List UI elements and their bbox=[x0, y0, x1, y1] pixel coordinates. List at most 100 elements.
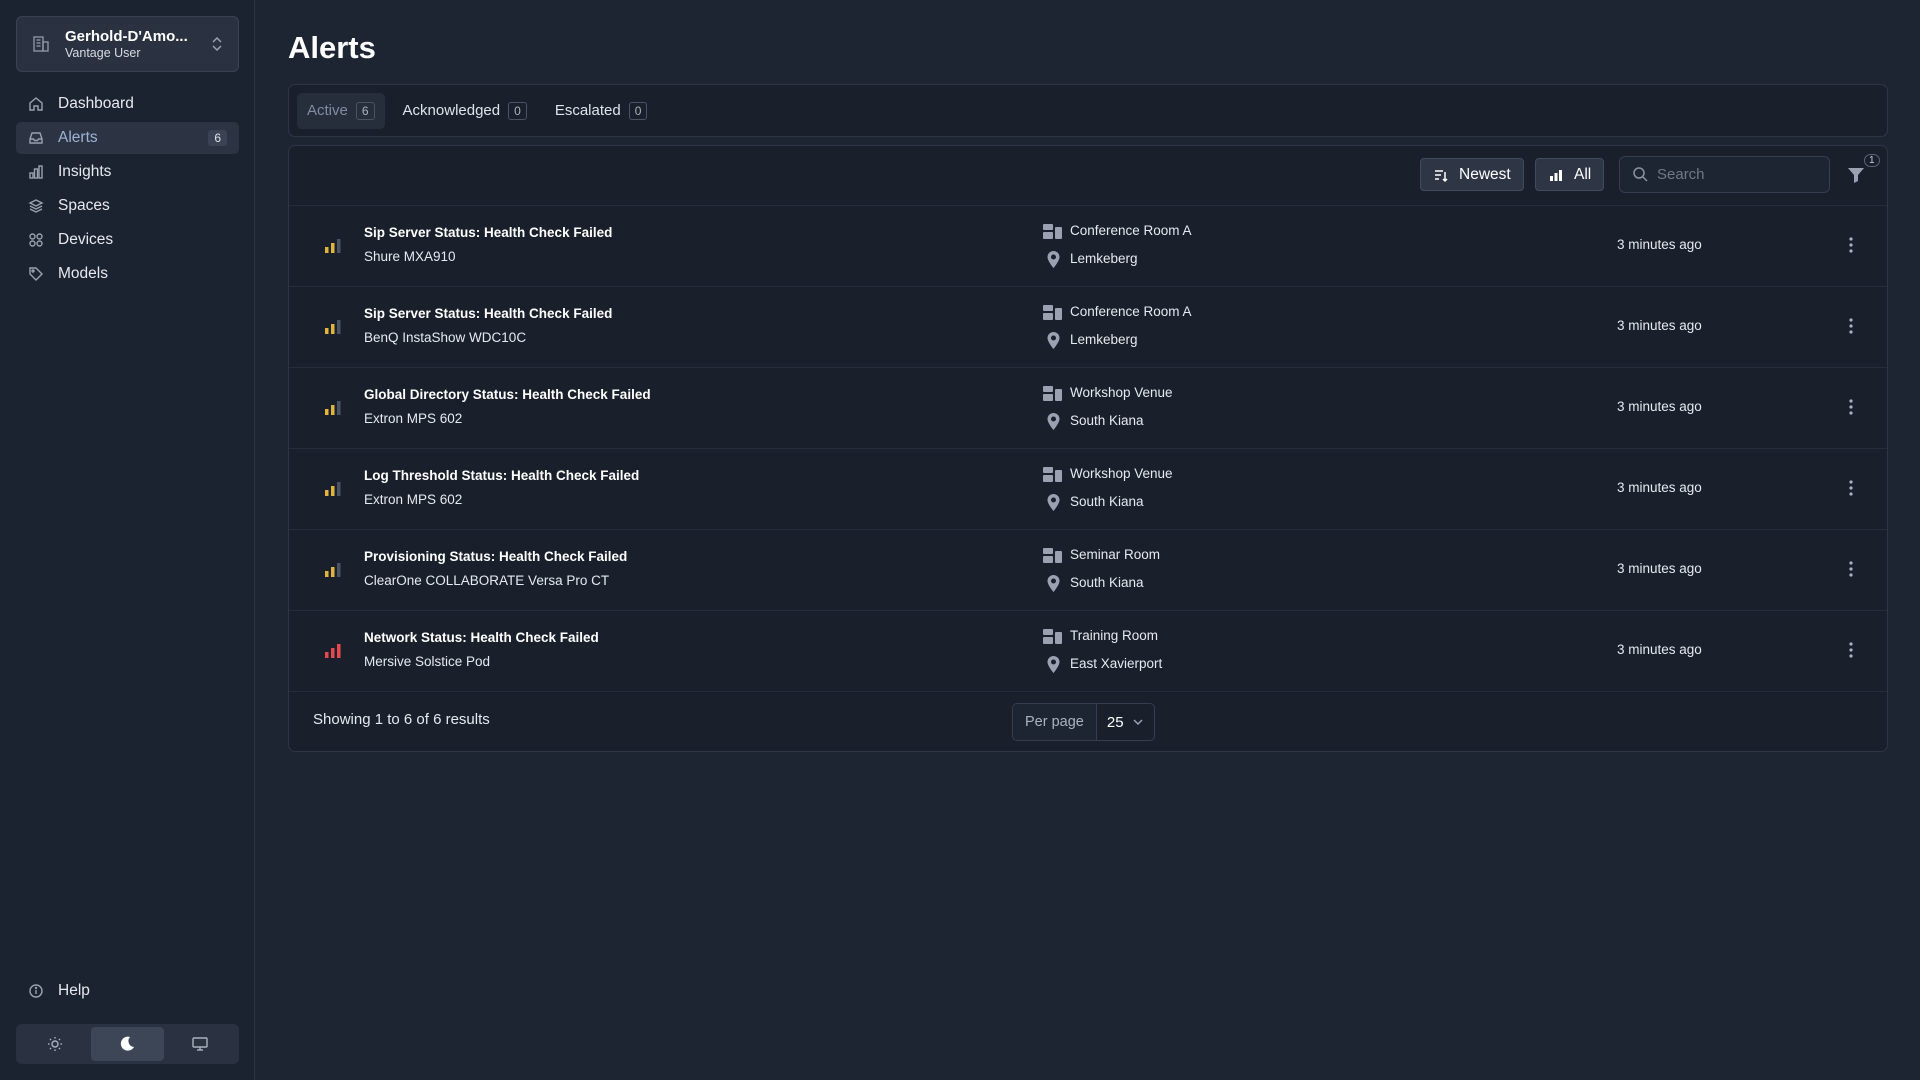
sidebar-item-alerts[interactable]: Alerts 6 bbox=[16, 122, 239, 154]
alert-row[interactable]: Provisioning Status: Health Check Failed… bbox=[289, 530, 1887, 611]
alert-title: Log Threshold Status: Health Check Faile… bbox=[364, 468, 640, 483]
per-page-select[interactable]: 25 bbox=[1097, 704, 1154, 740]
filter-icon[interactable] bbox=[1845, 164, 1867, 186]
alert-time: 3 minutes ago bbox=[1617, 642, 1702, 657]
org-switcher[interactable]: Gerhold-D'Amo... Vantage User bbox=[16, 16, 239, 72]
alert-location: South Kiana bbox=[1070, 494, 1144, 509]
info-circle-icon bbox=[29, 984, 43, 998]
alerts-list: Sip Server Status: Health Check Failed S… bbox=[289, 206, 1887, 692]
alert-location: South Kiana bbox=[1070, 413, 1144, 428]
alert-time: 3 minutes ago bbox=[1617, 561, 1702, 576]
search-input[interactable] bbox=[1657, 166, 1817, 183]
alert-row[interactable]: Global Directory Status: Health Check Fa… bbox=[289, 368, 1887, 449]
alert-title: Sip Server Status: Health Check Failed bbox=[364, 225, 613, 240]
alert-room: Training Room bbox=[1070, 628, 1159, 643]
location-pin-icon bbox=[1047, 656, 1060, 673]
alert-title: Network Status: Health Check Failed bbox=[364, 630, 599, 645]
theme-light-button[interactable] bbox=[19, 1027, 91, 1061]
sidebar-item-spaces[interactable]: Spaces bbox=[16, 190, 239, 222]
alert-location: Lemkeberg bbox=[1070, 251, 1138, 266]
theme-switcher bbox=[16, 1024, 239, 1064]
home-icon bbox=[29, 97, 43, 111]
filter-count-badge: 1 bbox=[1864, 154, 1880, 167]
alert-row[interactable]: Sip Server Status: Health Check Failed B… bbox=[289, 287, 1887, 368]
chevron-down-icon bbox=[1133, 719, 1143, 726]
more-options-icon[interactable] bbox=[1842, 397, 1860, 417]
more-options-icon[interactable] bbox=[1842, 478, 1860, 498]
room-icon bbox=[1043, 224, 1062, 239]
theme-system-button[interactable] bbox=[164, 1027, 236, 1061]
alert-title: Global Directory Status: Health Check Fa… bbox=[364, 387, 651, 402]
severity-icon bbox=[325, 401, 341, 415]
alert-time: 3 minutes ago bbox=[1617, 480, 1702, 495]
alert-room: Conference Room A bbox=[1070, 223, 1192, 238]
sort-newest-button[interactable]: Newest bbox=[1420, 158, 1524, 191]
bar-chart-icon bbox=[29, 165, 43, 179]
more-options-icon[interactable] bbox=[1842, 235, 1860, 255]
per-page-value: 25 bbox=[1106, 713, 1124, 731]
sidebar-item-label: Spaces bbox=[58, 197, 110, 214]
sun-icon bbox=[48, 1037, 63, 1051]
alert-device: ClearOne COLLABORATE Versa Pro CT bbox=[364, 573, 610, 588]
org-name: Gerhold-D'Amo... bbox=[65, 27, 188, 45]
org-role: Vantage User bbox=[65, 45, 141, 60]
severity-filter-button[interactable]: All bbox=[1535, 158, 1605, 191]
severity-bars-icon bbox=[1550, 169, 1562, 181]
grid-icon bbox=[29, 233, 43, 247]
tab-label: Acknowledged bbox=[402, 102, 501, 119]
alert-row[interactable]: Network Status: Health Check Failed Mers… bbox=[289, 611, 1887, 692]
more-options-icon[interactable] bbox=[1842, 640, 1860, 660]
alert-row[interactable]: Log Threshold Status: Health Check Faile… bbox=[289, 449, 1887, 530]
sidebar-item-devices[interactable]: Devices bbox=[16, 224, 239, 256]
alerts-count-badge: 6 bbox=[208, 130, 227, 146]
tag-icon bbox=[29, 267, 43, 281]
pagination-footer: Showing 1 to 6 of 6 results Per page 25 bbox=[289, 693, 1887, 751]
search-box bbox=[1619, 156, 1830, 193]
alert-row[interactable]: Sip Server Status: Health Check Failed S… bbox=[289, 206, 1887, 287]
sidebar-item-label: Models bbox=[58, 265, 108, 282]
severity-icon bbox=[325, 563, 341, 577]
alert-room: Workshop Venue bbox=[1070, 466, 1173, 481]
sidebar-item-label: Alerts bbox=[58, 129, 98, 146]
theme-dark-button[interactable] bbox=[91, 1027, 164, 1061]
severity-icon bbox=[325, 644, 341, 658]
sidebar-item-models[interactable]: Models bbox=[16, 258, 239, 290]
room-icon bbox=[1043, 548, 1062, 563]
tab-count: 0 bbox=[628, 101, 648, 120]
location-pin-icon bbox=[1047, 494, 1060, 511]
room-icon bbox=[1043, 629, 1062, 644]
alert-time: 3 minutes ago bbox=[1617, 318, 1702, 333]
alerts-toolbar: Newest All 1 bbox=[289, 146, 1887, 206]
alert-location: South Kiana bbox=[1070, 575, 1144, 590]
sidebar-item-help[interactable]: Help bbox=[16, 975, 239, 1007]
alert-device: BenQ InstaShow WDC10C bbox=[364, 330, 527, 345]
location-pin-icon bbox=[1047, 251, 1060, 268]
sidebar-item-insights[interactable]: Insights bbox=[16, 156, 239, 188]
room-icon bbox=[1043, 386, 1062, 401]
sidebar: Gerhold-D'Amo... Vantage User Dashboard … bbox=[0, 0, 255, 1080]
tab-count: 0 bbox=[508, 101, 527, 120]
per-page-control: Per page 25 bbox=[1012, 703, 1155, 741]
alert-device: Extron MPS 602 bbox=[364, 411, 463, 426]
alert-time: 3 minutes ago bbox=[1617, 399, 1702, 414]
more-options-icon[interactable] bbox=[1842, 316, 1860, 336]
location-pin-icon bbox=[1047, 575, 1060, 592]
sort-label: Newest bbox=[1459, 165, 1511, 183]
alert-title: Provisioning Status: Health Check Failed bbox=[364, 549, 628, 564]
more-options-icon[interactable] bbox=[1842, 559, 1860, 579]
per-page-label: Per page bbox=[1013, 704, 1097, 740]
tab-active[interactable]: Active 6 bbox=[297, 92, 385, 129]
alert-room: Seminar Room bbox=[1070, 547, 1161, 562]
tab-acknowledged[interactable]: Acknowledged 0 bbox=[393, 93, 537, 129]
page-title: Alerts bbox=[288, 30, 376, 65]
sidebar-nav: Dashboard Alerts 6 Insights Spaces Devic… bbox=[16, 88, 239, 292]
layers-icon bbox=[28, 199, 44, 213]
alert-time: 3 minutes ago bbox=[1617, 237, 1702, 252]
moon-icon bbox=[121, 1036, 135, 1051]
alert-room: Workshop Venue bbox=[1070, 385, 1173, 400]
tab-count: 6 bbox=[355, 101, 375, 120]
sidebar-item-dashboard[interactable]: Dashboard bbox=[16, 88, 239, 120]
alert-location: East Xavierport bbox=[1070, 656, 1163, 671]
help-label: Help bbox=[58, 982, 90, 999]
tab-escalated[interactable]: Escalated 0 bbox=[545, 93, 658, 129]
